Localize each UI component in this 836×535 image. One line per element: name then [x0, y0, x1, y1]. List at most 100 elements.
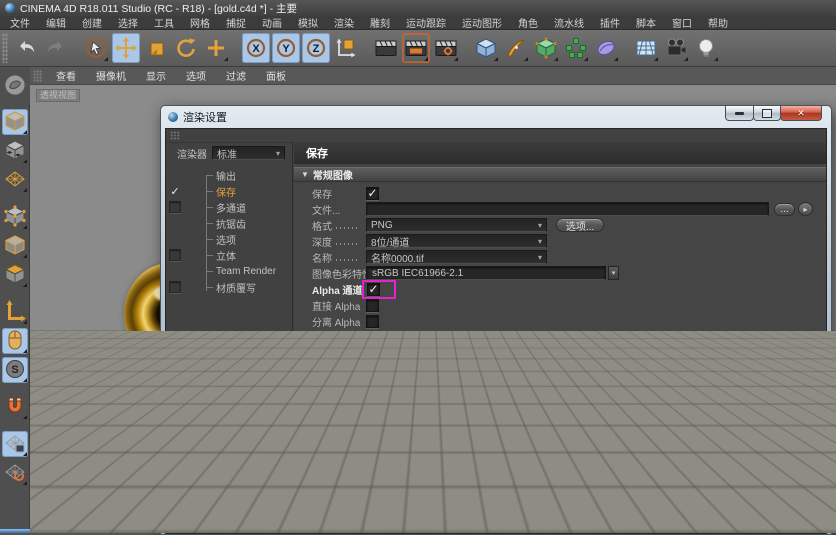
magnet-snap-button[interactable]	[2, 394, 28, 420]
viewport-menu-item[interactable]: 摄像机	[86, 68, 136, 83]
tree-item[interactable]: 输出	[166, 167, 292, 183]
workplane-mode-button[interactable]	[2, 167, 28, 193]
render-picture-viewer-button[interactable]	[402, 33, 430, 63]
axis-mode-button[interactable]	[2, 299, 28, 325]
mode-palette-icon[interactable]	[0, 67, 30, 103]
checkbox-checked[interactable]: ✓	[367, 283, 380, 296]
mograph-button[interactable]	[562, 33, 590, 63]
effects-button[interactable]: 效果...	[169, 385, 224, 400]
menu-item[interactable]: 帮助	[700, 15, 736, 30]
minimize-button[interactable]	[725, 106, 754, 121]
menu-item[interactable]: 脚本	[628, 15, 664, 30]
checkbox-checked[interactable]: ✓	[366, 347, 379, 360]
render-settings-button[interactable]	[432, 33, 460, 63]
axis-y-button[interactable]: Y	[272, 33, 300, 63]
menu-item[interactable]: 文件	[2, 15, 38, 30]
checkbox-unchecked[interactable]	[366, 299, 379, 312]
scale-button[interactable]	[142, 33, 170, 63]
toolbar-grip[interactable]	[2, 33, 8, 63]
workplane-grid-button[interactable]	[2, 460, 28, 486]
model-mode-button[interactable]	[2, 109, 28, 135]
menu-item[interactable]: 网格	[182, 15, 218, 30]
dialog-grip[interactable]	[170, 131, 180, 140]
tree-item[interactable]: 材质覆写	[166, 279, 292, 295]
viewport-menu-grip[interactable]	[33, 70, 42, 82]
menu-item[interactable]: 渲染	[326, 15, 362, 30]
checkbox-checked[interactable]: ✓	[366, 187, 379, 200]
lights-button[interactable]	[692, 33, 720, 63]
mouse-input-icon	[4, 329, 26, 354]
dropdown[interactable]: 名称0000.tif▾	[366, 250, 547, 264]
dropdown[interactable]: 8位/通道▾	[366, 234, 547, 248]
tree-item[interactable]: 抗锯齿	[166, 215, 292, 231]
close-button[interactable]: ✕	[780, 106, 822, 121]
dropdown[interactable]: PNG▾	[366, 218, 547, 232]
checkbox-unchecked[interactable]	[366, 315, 379, 328]
move-button[interactable]	[112, 33, 140, 63]
mouse-input-button[interactable]	[2, 328, 28, 354]
file-path-input[interactable]	[366, 202, 769, 216]
maximize-button[interactable]	[753, 106, 781, 121]
spline-pen-button[interactable]	[502, 33, 530, 63]
viewport-menu-item[interactable]: 显示	[136, 68, 176, 83]
points-mode-button[interactable]	[2, 204, 28, 230]
axis-x-button[interactable]: X	[242, 33, 270, 63]
undo-button[interactable]	[12, 33, 40, 63]
format-options-button[interactable]: 选项...	[556, 218, 604, 232]
tree-item-checkbox-unchecked[interactable]	[169, 281, 181, 293]
browse-button[interactable]: ...	[774, 203, 795, 216]
checkbox-checked[interactable]: ✓	[366, 331, 379, 344]
viewport-menu-item[interactable]: 选项	[176, 68, 216, 83]
menu-item[interactable]: 动画	[254, 15, 290, 30]
renderer-dropdown[interactable]: 标准 ▾	[212, 146, 285, 160]
menu-item[interactable]: 运动图形	[454, 15, 510, 30]
menu-item[interactable]: 模拟	[290, 15, 326, 30]
live-selection-button[interactable]	[82, 33, 110, 63]
viewport-menu-item[interactable]: 过滤	[216, 68, 256, 83]
menu-item[interactable]: 捕捉	[218, 15, 254, 30]
color-profile-field[interactable]: sRGB IEC61966-2.1	[366, 266, 606, 280]
section-compositing-file[interactable]: ▶ 合成方案文件	[294, 364, 826, 379]
tree-item-checkbox-checked[interactable]: ✓	[169, 185, 181, 198]
coordinate-system-button[interactable]	[332, 33, 360, 63]
rotate-button[interactable]	[172, 33, 200, 63]
render-settings-button[interactable]: 渲染设置...	[173, 507, 285, 523]
tree-item[interactable]: Team Render	[166, 263, 292, 279]
tree-item[interactable]: 选项	[166, 231, 292, 247]
menu-item[interactable]: 角色	[510, 15, 546, 30]
menu-item[interactable]: 雕刻	[362, 15, 398, 30]
menu-item[interactable]: 插件	[592, 15, 628, 30]
generators-button[interactable]	[532, 33, 560, 63]
axis-z-button[interactable]: Z	[302, 33, 330, 63]
edges-mode-button[interactable]	[2, 233, 28, 259]
menu-item[interactable]: 选择	[110, 15, 146, 30]
camera-button[interactable]	[662, 33, 690, 63]
snap-s-button[interactable]: S	[2, 357, 28, 383]
polygons-mode-button[interactable]	[2, 262, 28, 288]
render-preset-item[interactable]: 我的渲染设置	[166, 407, 292, 423]
menu-item[interactable]: 窗口	[664, 15, 700, 30]
environment-button[interactable]	[632, 33, 660, 63]
tree-item-checkbox-unchecked[interactable]	[169, 249, 181, 261]
menu-item[interactable]: 流水线	[546, 15, 592, 30]
primitives-button[interactable]	[472, 33, 500, 63]
deformers-button[interactable]	[592, 33, 620, 63]
multipass-render-button[interactable]: 多通道渲染...	[229, 385, 289, 400]
tree-item-checkbox-unchecked[interactable]	[169, 201, 181, 213]
render-view-button[interactable]	[372, 33, 400, 63]
menu-item[interactable]: 工具	[146, 15, 182, 30]
viewport-menu-item[interactable]: 查看	[46, 68, 86, 83]
menu-item[interactable]: 创建	[74, 15, 110, 30]
workplane-lock-button[interactable]	[2, 431, 28, 457]
tree-item[interactable]: 多通道	[166, 199, 292, 215]
profile-stepper-button[interactable]: ▾	[608, 266, 619, 280]
tree-item[interactable]: 立体	[166, 247, 292, 263]
viewport-menu-item[interactable]: 面板	[256, 68, 296, 83]
file-token-menu-button[interactable]: ▸	[798, 202, 813, 216]
menu-item[interactable]: 编辑	[38, 15, 74, 30]
tree-item[interactable]: ✓保存	[166, 183, 292, 199]
menu-item[interactable]: 运动跟踪	[398, 15, 454, 30]
section-regular-image[interactable]: ▼ 常规图像	[294, 167, 826, 182]
texture-mode-button[interactable]	[2, 138, 28, 164]
axis-lock-button[interactable]	[202, 33, 230, 63]
